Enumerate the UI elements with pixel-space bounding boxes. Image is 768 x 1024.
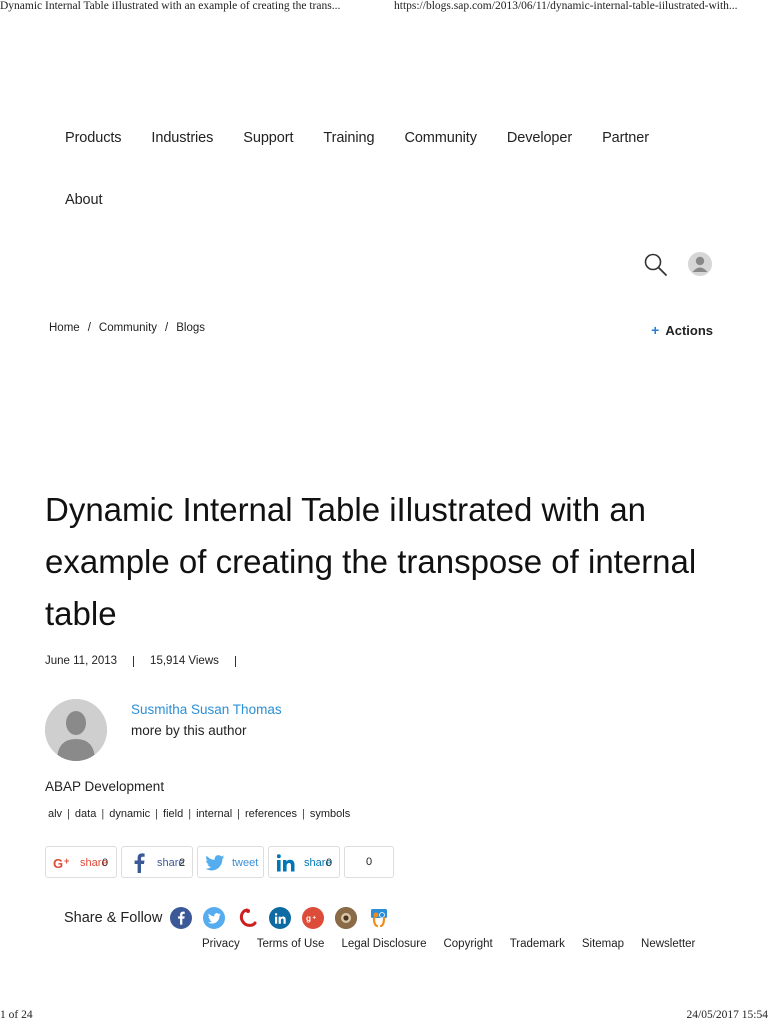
- search-icon[interactable]: [643, 252, 669, 278]
- nav-item-products[interactable]: Products: [65, 130, 122, 146]
- tag-separator: |: [101, 808, 105, 820]
- sap-community-follow-icon[interactable]: [236, 907, 259, 929]
- print-page-number: 1 of 24: [0, 1009, 33, 1021]
- nav-item-community[interactable]: Community: [404, 130, 477, 146]
- tag-field[interactable]: field: [163, 808, 183, 820]
- share-follow-label: Share & Follow: [64, 910, 163, 926]
- nav-item-developer[interactable]: Developer: [507, 130, 572, 146]
- svg-text:+: +: [313, 914, 317, 921]
- article-title: Dynamic Internal Table iIlustrated with …: [45, 491, 697, 632]
- twitter-follow-icon[interactable]: [203, 907, 226, 929]
- nav-item-training[interactable]: Training: [323, 130, 374, 146]
- footer-link-terms[interactable]: Terms of Use: [257, 938, 325, 950]
- print-page-url: https://blogs.sap.com/2013/06/11/dynamic…: [394, 0, 738, 12]
- slideshare-follow-icon[interactable]: [368, 907, 391, 929]
- meta-divider: [133, 655, 135, 667]
- breadcrumb-blogs[interactable]: Blogs: [176, 322, 205, 334]
- svg-text:+: +: [64, 856, 69, 866]
- tag-symbols[interactable]: symbols: [310, 808, 350, 820]
- tag-internal[interactable]: internal: [196, 808, 232, 820]
- tag-separator: |: [237, 808, 241, 820]
- print-datetime: 24/05/2017 15:54: [686, 1009, 768, 1021]
- tag-separator: |: [188, 808, 192, 820]
- nav-item-support[interactable]: Support: [243, 130, 293, 146]
- tag-alv[interactable]: alv: [48, 808, 62, 820]
- total-share-count: 0: [344, 846, 394, 878]
- svg-text:g: g: [306, 914, 311, 923]
- print-footer: 1 of 24 24/05/2017 15:54: [0, 1009, 768, 1024]
- nav-item-about[interactable]: About: [65, 192, 103, 208]
- nav-item-partner[interactable]: Partner: [602, 130, 649, 146]
- breadcrumb: Home / Community / Blogs: [49, 322, 205, 334]
- more-by-author-link[interactable]: more by this author: [131, 723, 247, 738]
- nav-item-industries[interactable]: Industries: [151, 130, 213, 146]
- tag-separator: |: [67, 808, 70, 820]
- tag-list: alv | data | dynamic | field | internal | ref…: [48, 808, 350, 820]
- actions-label: Actions: [665, 322, 713, 338]
- breadcrumb-separator: /: [165, 322, 169, 334]
- linkedin-share-button[interactable]: share 0: [268, 846, 340, 878]
- facebook-icon: [134, 853, 145, 873]
- facebook-follow-icon[interactable]: [170, 907, 193, 929]
- author-avatar[interactable]: [45, 699, 107, 761]
- twitter-tweet-label: tweet: [232, 857, 259, 869]
- tag-separator: |: [302, 808, 305, 820]
- footer-link-copyright[interactable]: Copyright: [443, 938, 492, 950]
- article-meta: June 11, 2013 15,914 Views: [45, 655, 252, 667]
- svg-text:G: G: [53, 856, 63, 870]
- footer-link-privacy[interactable]: Privacy: [202, 938, 240, 950]
- tag-separator: |: [155, 808, 159, 820]
- breadcrumb-community[interactable]: Community: [99, 322, 157, 334]
- googleplus-share-button[interactable]: G + share 0: [45, 846, 117, 878]
- footer-link-trademark[interactable]: Trademark: [510, 938, 565, 950]
- publish-date: June 11, 2013: [45, 655, 118, 667]
- user-icon[interactable]: [688, 252, 712, 276]
- linkedin-follow-icon[interactable]: [269, 907, 292, 929]
- footer-links: Privacy Terms of Use Legal Disclosure Co…: [202, 938, 712, 950]
- tag-dynamic[interactable]: dynamic: [109, 808, 150, 820]
- twitter-icon: [205, 855, 225, 871]
- meta-divider: [234, 655, 236, 667]
- tag-references[interactable]: references: [245, 808, 297, 820]
- instagram-follow-icon[interactable]: [335, 907, 358, 929]
- share-and-follow: Share & Follow g +: [64, 907, 401, 929]
- breadcrumb-separator: /: [87, 322, 91, 334]
- linkedin-share-count: 0: [326, 857, 333, 869]
- print-page-title: Dynamic Internal Table iIlustrated with …: [0, 0, 341, 12]
- share-bar: G + share 0 share 2 tweet share 0 0: [45, 846, 398, 878]
- view-count: 15,914 Views: [150, 655, 219, 667]
- author-name-link[interactable]: Susmitha Susan Thomas: [131, 702, 282, 717]
- article-category[interactable]: ABAP Development: [45, 779, 164, 794]
- googleplus-icon: G +: [53, 856, 69, 870]
- footer-link-legal[interactable]: Legal Disclosure: [341, 938, 426, 950]
- facebook-share-count: 2: [179, 857, 186, 869]
- tag-data[interactable]: data: [75, 808, 96, 820]
- linkedin-icon: [277, 854, 295, 872]
- plus-icon: +: [651, 322, 660, 338]
- googleplus-share-count: 0: [102, 857, 109, 869]
- googleplus-follow-icon[interactable]: g +: [302, 907, 325, 929]
- default-avatar-icon: [45, 699, 107, 761]
- twitter-share-button[interactable]: tweet: [197, 846, 264, 878]
- footer-link-sitemap[interactable]: Sitemap: [582, 938, 624, 950]
- facebook-share-button[interactable]: share 2: [121, 846, 193, 878]
- print-header: Dynamic Internal Table iIlustrated with …: [0, 0, 768, 16]
- footer-link-newsletter[interactable]: Newsletter: [641, 938, 695, 950]
- actions-button[interactable]: + Actions: [651, 322, 713, 338]
- breadcrumb-home[interactable]: Home: [49, 322, 80, 334]
